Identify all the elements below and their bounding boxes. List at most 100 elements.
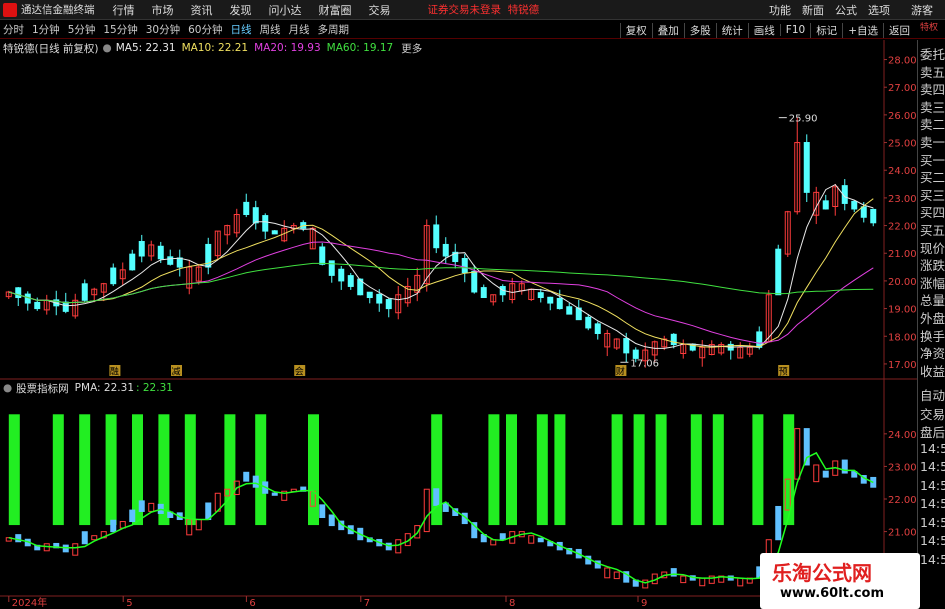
period-tab-7[interactable]: 周线	[260, 22, 281, 37]
trade-field-3: 14:50	[920, 440, 945, 456]
trade-field-2: 盘后	[920, 425, 945, 440]
sub-candle	[822, 470, 829, 478]
tool-button-5[interactable]: F10	[779, 24, 810, 36]
candle-body	[803, 142, 810, 193]
signal-bar	[611, 414, 623, 526]
tool-button-0[interactable]: 复权	[619, 22, 652, 38]
quote-field-16: 换手	[920, 328, 945, 344]
trade-field-4: 14:50	[920, 459, 945, 474]
menu-news[interactable]: 资讯	[191, 2, 213, 18]
candle-body	[338, 268, 345, 282]
sub-candle	[129, 509, 136, 523]
signal-bar	[8, 414, 20, 526]
trade-field-9: 14:50	[920, 551, 945, 567]
price-annotation: 17.06	[630, 358, 659, 369]
signal-bar	[308, 414, 319, 526]
tool-button-8[interactable]: 返回	[883, 22, 915, 38]
candle-body	[556, 297, 563, 310]
tool-button-3[interactable]: 统计	[715, 22, 748, 38]
quote-field-5: 卖一	[920, 135, 945, 150]
trade-field-0: 自动	[920, 388, 945, 403]
privilege-mark: 特权	[920, 23, 939, 33]
signal-bar	[752, 414, 764, 526]
tool-button-4[interactable]: 画线	[747, 22, 780, 38]
menu-function[interactable]: 功能	[769, 2, 791, 18]
period-tab-1[interactable]: 1分钟	[32, 22, 60, 37]
menu-ask[interactable]: 问小达	[269, 2, 302, 18]
signal-bar	[506, 414, 517, 526]
candle-body	[547, 296, 554, 304]
tool-button-6[interactable]: 标记	[810, 22, 842, 38]
candle-body	[775, 248, 782, 296]
sub-candle	[319, 504, 326, 519]
period-tab-3[interactable]: 15分钟	[103, 22, 137, 37]
trade-field-8: 14:50	[920, 533, 945, 548]
y-tick-label: 27.00	[888, 83, 917, 94]
period-tab-8[interactable]: 月线	[289, 22, 310, 37]
menu-newpage[interactable]: 新面	[802, 2, 824, 18]
tool-button-2[interactable]: 多股	[683, 22, 716, 38]
signal-bar	[633, 414, 645, 526]
candle-body	[34, 301, 41, 310]
candle-body	[471, 270, 478, 293]
x-tick-label: 7	[364, 598, 370, 609]
period-tab-4[interactable]: 30分钟	[146, 22, 180, 37]
watermark-title: 乐淘公式网	[772, 561, 872, 585]
quote-field-9: 买四	[920, 205, 945, 221]
event-label: 财	[616, 366, 625, 378]
title-bar: 通达信金融终端 行情 市场 资讯 发现 问小达 财富圈 交易 证券交易未登录 特…	[0, 0, 945, 20]
period-tab-9[interactable]: 多周期	[318, 22, 350, 37]
menu-discover[interactable]: 发现	[230, 2, 252, 18]
sub-candle	[91, 535, 98, 541]
sub-candle	[537, 537, 544, 543]
candle-body	[129, 253, 136, 271]
signal-bar	[655, 414, 667, 526]
period-tab-0[interactable]: 分时	[3, 22, 24, 37]
ma10-line	[8, 198, 874, 348]
sub-candle	[775, 505, 782, 541]
menu-options[interactable]: 选项	[868, 2, 890, 18]
candle-body	[319, 246, 326, 265]
period-tab-2[interactable]: 5分钟	[68, 22, 96, 37]
sub-candle	[328, 514, 335, 527]
sub-candle	[81, 531, 88, 545]
candle-body	[243, 201, 250, 216]
quote-field-0: 委托	[920, 47, 945, 62]
y-tick-label: 22.00	[888, 222, 917, 233]
menu-trade[interactable]: 交易	[369, 2, 391, 18]
tool-button-1[interactable]: 叠加	[651, 22, 684, 38]
sub-candle	[813, 464, 820, 483]
signal-bar	[536, 414, 548, 526]
sub-candle	[110, 519, 117, 533]
menu-wealth[interactable]: 财富圈	[319, 2, 352, 18]
tool-button-7[interactable]: +自选	[842, 22, 883, 38]
y-tick-label: 25.00	[888, 139, 917, 150]
quote-field-15: 外盘	[920, 311, 945, 326]
sub-candle	[737, 577, 744, 587]
quote-field-3: 卖三	[920, 99, 945, 115]
candle-body	[822, 200, 829, 210]
menu-market[interactable]: 市场	[152, 2, 174, 18]
period-tab-5[interactable]: 60分钟	[188, 22, 222, 37]
y-tick-label: 19.00	[888, 305, 917, 316]
ma60-line	[8, 262, 874, 304]
sub-candle	[528, 535, 535, 544]
guest-user[interactable]: 游客	[911, 2, 933, 18]
candle-body	[262, 215, 269, 232]
y-tick-label: 24.00	[888, 166, 917, 177]
menu-quotes[interactable]: 行情	[113, 2, 135, 18]
x-tick-label: 8	[509, 598, 515, 609]
event-label: 会	[295, 366, 304, 378]
sub-candle	[72, 543, 79, 556]
quote-field-7: 买二	[920, 170, 945, 186]
candle-body	[433, 224, 440, 249]
sub-y-tick-label: 22.00	[888, 495, 917, 506]
period-tab-6[interactable]: 日线	[231, 22, 252, 37]
kline-chart[interactable]: 28.00 27.00 26.00 25.00 24.00 23.00 22.00 21.00…	[0, 40, 917, 609]
signal-bar	[224, 414, 236, 526]
y-tick-label: 21.00	[888, 249, 917, 260]
sub-candle	[271, 492, 278, 496]
sub-y-tick-label: 24.00	[888, 430, 917, 441]
trade-field-5: 14:50	[920, 477, 945, 493]
menu-formula[interactable]: 公式	[835, 2, 857, 18]
